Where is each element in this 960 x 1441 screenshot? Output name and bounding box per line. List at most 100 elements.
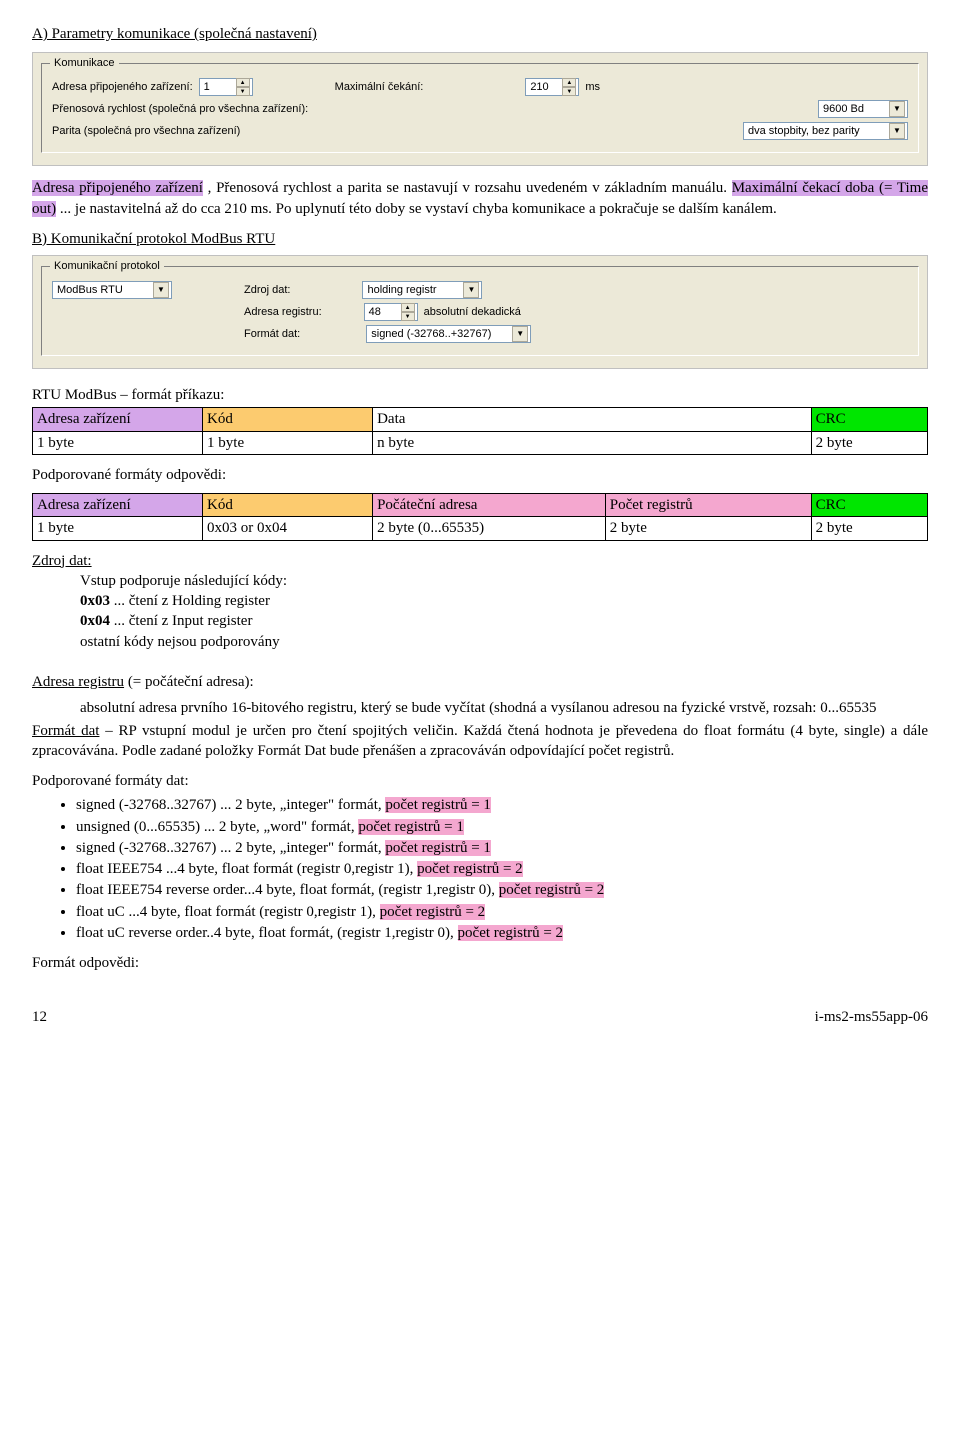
th-data: Data (373, 408, 812, 431)
format-text: unsigned (0...65535) ... 2 byte, „word" … (76, 819, 358, 835)
th-crc: CRC (811, 408, 927, 431)
spinner-up-icon[interactable]: ▲ (401, 303, 415, 312)
hl-register-count: počet registrů = 2 (458, 925, 564, 941)
td: 2 byte (811, 431, 927, 454)
doc-id: i-ms2-ms55app-06 (815, 1007, 928, 1027)
heading-zdroj: Zdroj dat: (32, 551, 928, 571)
hl-register-count: počet registrů = 1 (385, 840, 491, 856)
zdroj-line1: Vstup podporuje následující kódy: (80, 571, 928, 591)
th-crc: CRC (811, 494, 927, 517)
combo-value: 9600 Bd (823, 102, 864, 117)
chevron-down-icon[interactable]: ▼ (889, 123, 905, 139)
list-item: float uC reverse order..4 byte, float fo… (76, 923, 928, 943)
th-kod: Kód (203, 494, 373, 517)
format-text: float uC ...4 byte, float formát (regist… (76, 904, 380, 920)
hl-device-address: Adresa připojeného zařízení (32, 180, 203, 196)
combo-value: ModBus RTU (57, 283, 123, 298)
label-data-source: Zdroj dat: (244, 283, 290, 298)
hl-register-count: počet registrů = 1 (358, 819, 464, 835)
paragraph-a: Adresa připojeného zařízení , Přenosová … (32, 178, 928, 219)
panel-komunikace: Komunikace Adresa připojeného zařízení: … (32, 52, 928, 166)
heading-supported-formats: Podporované formáty dat: (32, 771, 928, 791)
hl-register-count: počet registrů = 1 (385, 797, 491, 813)
label-ms: ms (585, 80, 600, 95)
td: n byte (373, 431, 812, 454)
combo-value: holding registr (367, 283, 436, 298)
heading-rtu-format: RTU ModBus – formát příkazu: (32, 385, 928, 405)
page-number: 12 (32, 1007, 47, 1027)
td: 0x03 or 0x04 (203, 517, 373, 540)
heading-adresa-suffix: (= počáteční adresa): (128, 674, 254, 690)
code-0x03: 0x03 (80, 593, 110, 609)
zdroj-line4: ostatní kódy nejsou podporovány (80, 632, 928, 652)
heading-format-dat: Formát dat (32, 723, 99, 739)
th-pocatecni: Počáteční adresa (373, 494, 606, 517)
text: ... čtení z Input register (114, 613, 253, 629)
list-item: float IEEE754 reverse order...4 byte, fl… (76, 880, 928, 900)
heading-response-format: Formát odpovědi: (32, 953, 928, 973)
combo-baudrate[interactable]: 9600 Bd ▼ (818, 100, 908, 118)
th-pocet: Počet registrů (605, 494, 811, 517)
format-dat-body: – RP vstupní modul je určen pro čtení sp… (32, 723, 928, 759)
td: 1 byte (203, 431, 373, 454)
heading-response-formats: Podporované formáty odpovědi: (32, 465, 928, 485)
spinner-device-address[interactable]: 1 ▲ ▼ (199, 78, 253, 96)
spinner-down-icon[interactable]: ▼ (562, 87, 576, 96)
td: 1 byte (33, 431, 203, 454)
adresa-body: absolutní adresa prvního 16-bitového reg… (80, 698, 928, 718)
list-item: signed (-32768..32767) ... 2 byte, „inte… (76, 795, 928, 815)
spinner-value: 1 (204, 80, 210, 95)
combo-protocol[interactable]: ModBus RTU ▼ (52, 281, 172, 299)
spinner-value: 210 (530, 80, 548, 95)
spinner-up-icon[interactable]: ▲ (236, 78, 250, 87)
text: ... čtení z Holding register (114, 593, 270, 609)
th-adresa: Adresa zařízení (33, 408, 203, 431)
spinner-max-wait[interactable]: 210 ▲ ▼ (525, 78, 579, 96)
td: 2 byte (0...65535) (373, 517, 606, 540)
code-0x04: 0x04 (80, 613, 110, 629)
spinner-down-icon[interactable]: ▼ (401, 312, 415, 321)
list-item: float uC ...4 byte, float formát (regist… (76, 902, 928, 922)
heading-section-b: B) Komunikační protokol ModBus RTU (32, 229, 928, 249)
format-text: signed (-32768..32767) ... 2 byte, „inte… (76, 840, 385, 856)
combo-value: signed (-32768..+32767) (371, 327, 491, 342)
spinner-up-icon[interactable]: ▲ (562, 78, 576, 87)
chevron-down-icon[interactable]: ▼ (463, 282, 479, 298)
list-item: float IEEE754 ...4 byte, float formát (r… (76, 859, 928, 879)
td: 2 byte (811, 517, 927, 540)
heading-section-a: A) Parametry komunikace (společná nastav… (32, 24, 928, 44)
spinner-value: 48 (369, 305, 381, 320)
combo-parity[interactable]: dva stopbity, bez parity ▼ (743, 122, 908, 140)
spinner-register-address[interactable]: 48 ▲ ▼ (364, 303, 418, 321)
text: ... je nastavitelná až do cca 210 ms. Po… (60, 201, 777, 217)
page-footer: 12 i-ms2-ms55app-06 (32, 1007, 928, 1027)
chevron-down-icon[interactable]: ▼ (153, 282, 169, 298)
combo-data-format[interactable]: signed (-32768..+32767) ▼ (366, 325, 531, 343)
label-parity: Parita (společná pro všechna zařízení) (52, 124, 240, 139)
hl-register-count: počet registrů = 2 (380, 904, 486, 920)
panel-protokol: Komunikační protokol ModBus RTU ▼ Zdroj … (32, 255, 928, 369)
label-register-address: Adresa registru: (244, 305, 322, 320)
format-text: float IEEE754 reverse order...4 byte, fl… (76, 882, 499, 898)
hl-register-count: počet registrů = 2 (499, 882, 605, 898)
th-kod: Kód (203, 408, 373, 431)
label-data-format: Formát dat: (244, 327, 300, 342)
label-device-address: Adresa připojeného zařízení: (52, 80, 193, 95)
label-register-note: absolutní dekadická (424, 305, 521, 320)
formats-list: signed (-32768..32767) ... 2 byte, „inte… (32, 795, 928, 943)
format-text: float uC reverse order..4 byte, float fo… (76, 925, 458, 941)
heading-adresa-registru: Adresa registru (32, 674, 124, 690)
chevron-down-icon[interactable]: ▼ (889, 101, 905, 117)
th-adresa: Adresa zařízení (33, 494, 203, 517)
fieldset-legend-protokol: Komunikační protokol (50, 259, 164, 274)
td: 1 byte (33, 517, 203, 540)
table-command-format: Adresa zařízení Kód Data CRC 1 byte 1 by… (32, 407, 928, 455)
chevron-down-icon[interactable]: ▼ (512, 326, 528, 342)
spinner-down-icon[interactable]: ▼ (236, 87, 250, 96)
combo-data-source[interactable]: holding registr ▼ (362, 281, 482, 299)
hl-register-count: počet registrů = 2 (417, 861, 523, 877)
table-response-format: Adresa zařízení Kód Počáteční adresa Poč… (32, 493, 928, 541)
td: 2 byte (605, 517, 811, 540)
format-text: signed (-32768..32767) ... 2 byte, „inte… (76, 797, 385, 813)
format-text: float IEEE754 ...4 byte, float formát (r… (76, 861, 417, 877)
